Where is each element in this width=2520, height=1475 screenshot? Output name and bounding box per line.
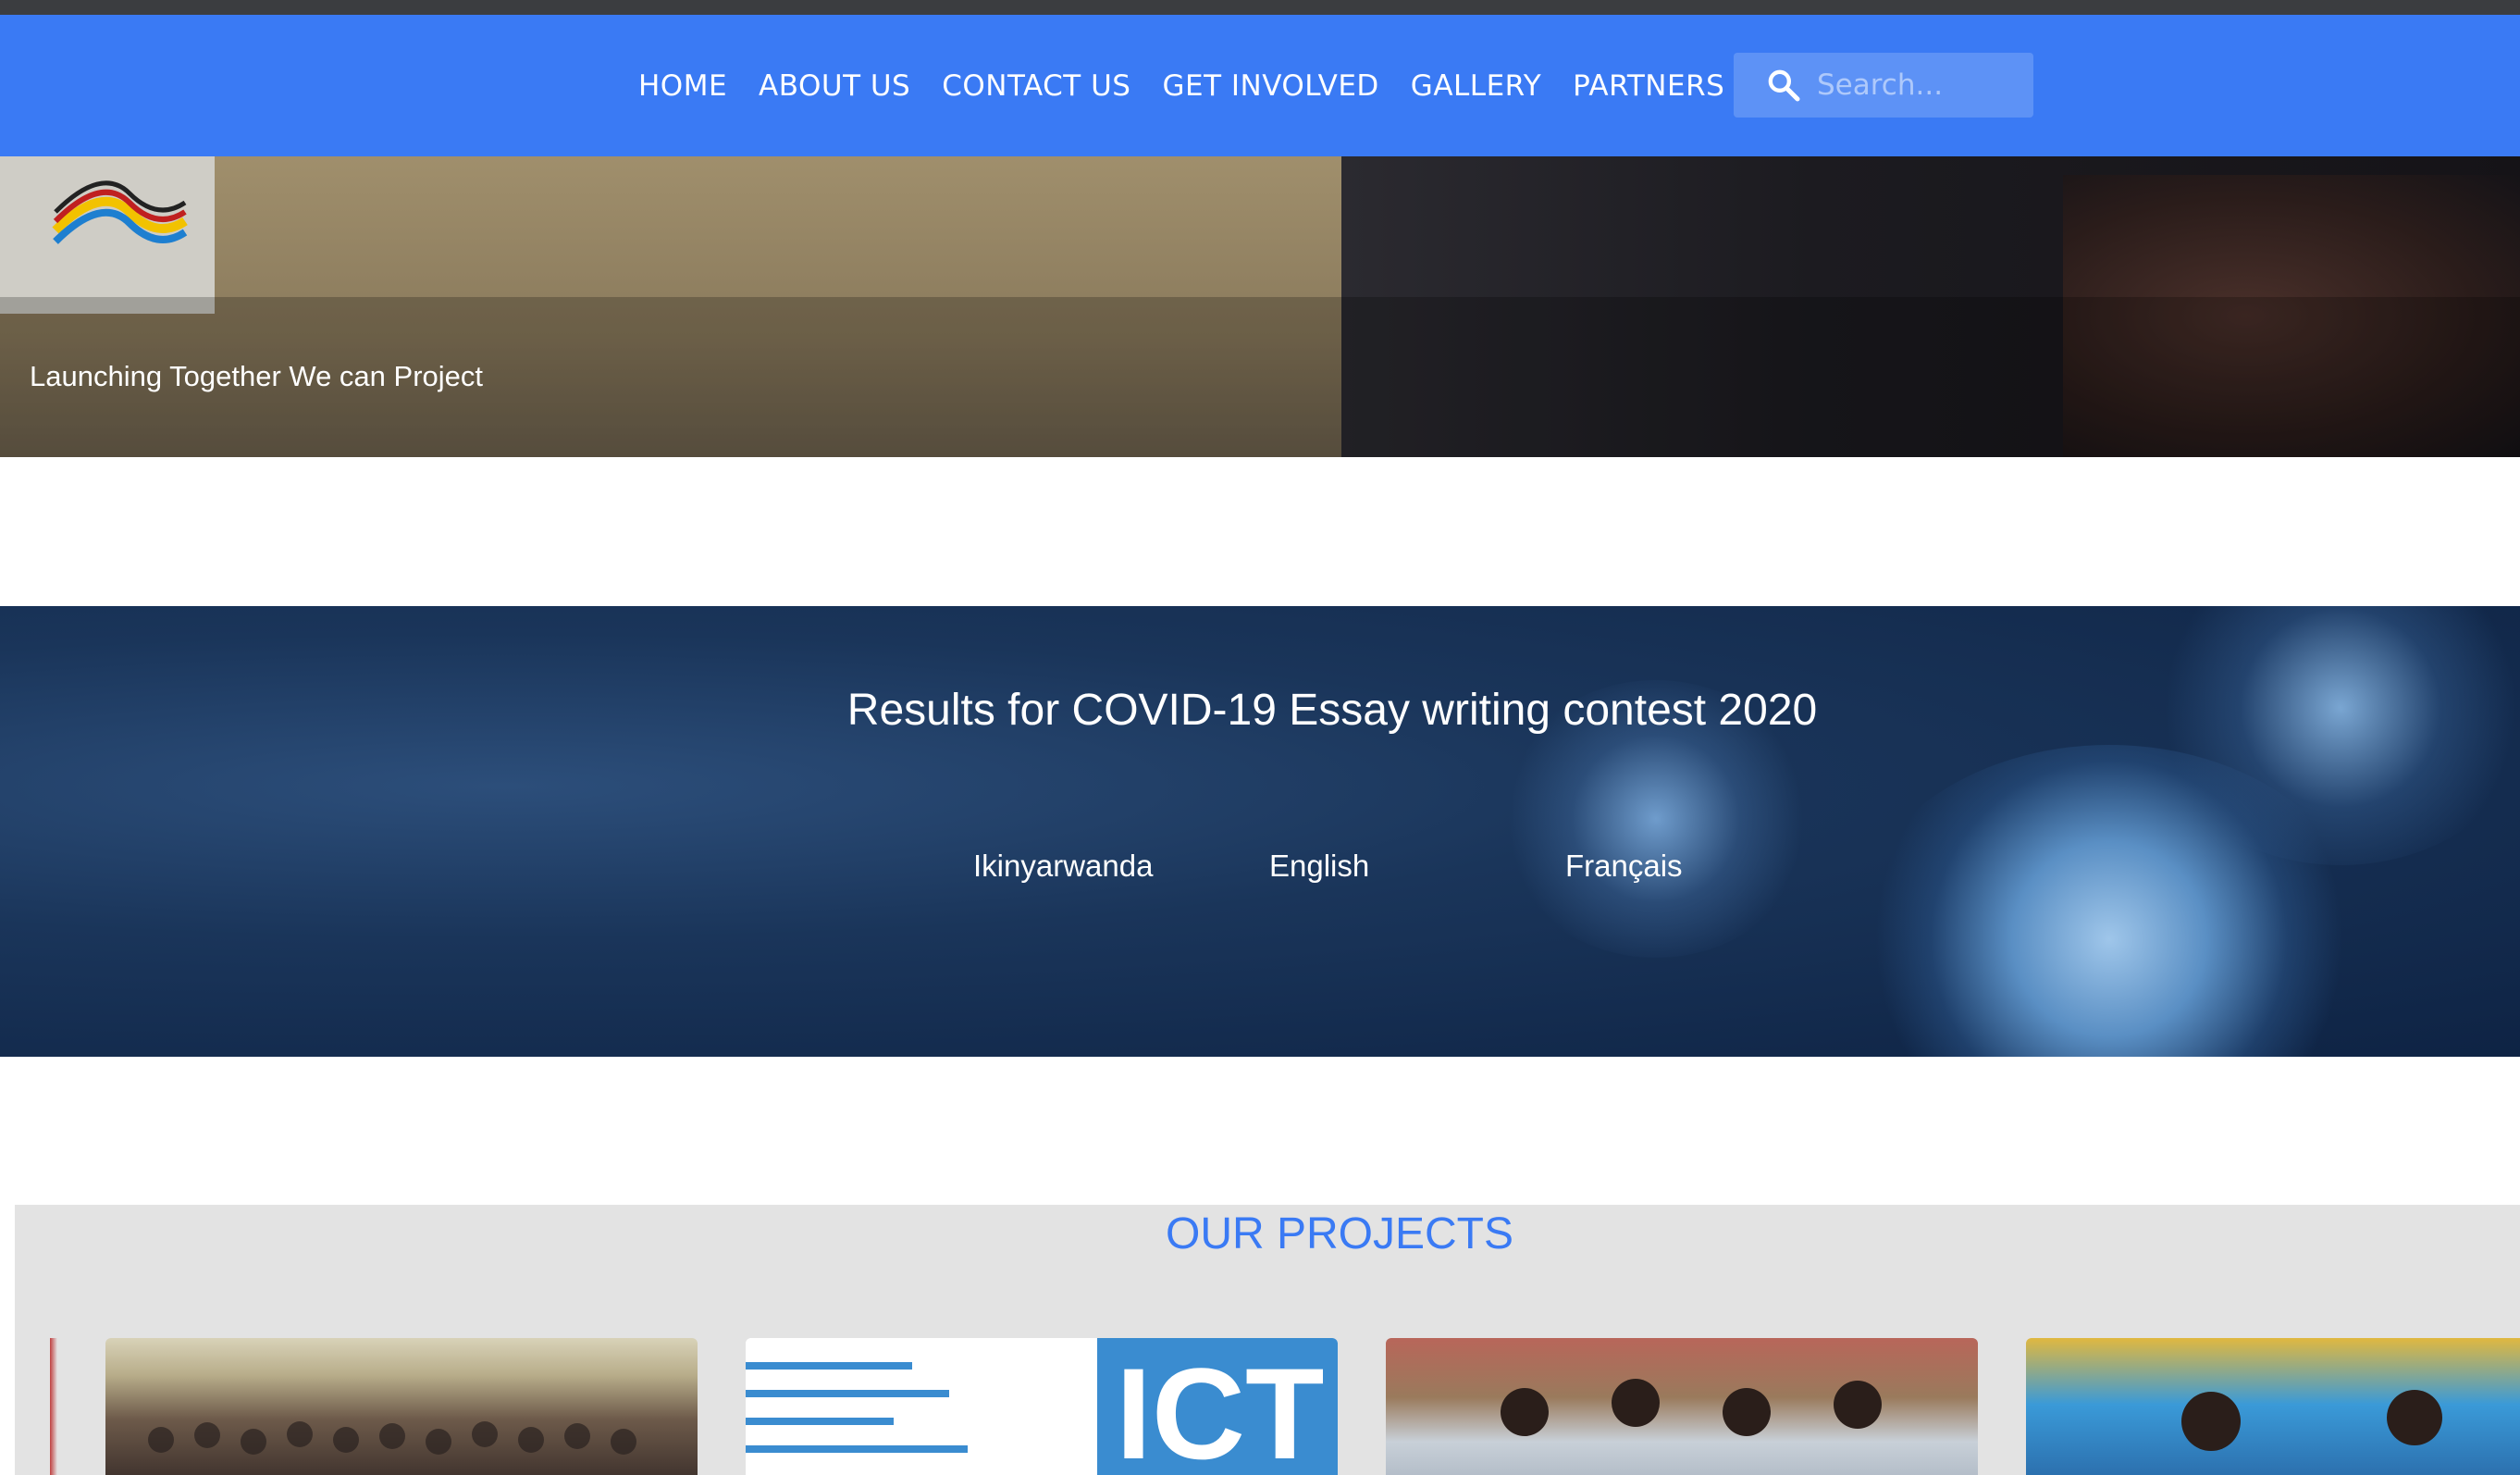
our-projects-section: OUR PROJECTS ICT <box>15 1205 2520 1475</box>
nav-item-get-involved[interactable]: GET INVOLVED <box>1162 69 1378 103</box>
nav-item-about-us[interactable]: ABOUT US <box>759 69 910 103</box>
language-link-ikinyarwanda[interactable]: Ikinyarwanda <box>973 849 1153 884</box>
hero-image-banner <box>0 156 215 314</box>
hero-caption: Launching Together We can Project <box>30 360 484 392</box>
language-link-francais[interactable]: Français <box>1565 849 1683 884</box>
search-box[interactable] <box>1734 53 2033 118</box>
project-card-conference[interactable] <box>105 1338 698 1475</box>
nav-item-contact-us[interactable]: CONTACT US <box>942 69 1130 103</box>
search-icon[interactable] <box>1761 63 1806 107</box>
nav-item-gallery[interactable]: GALLERY <box>1411 69 1541 103</box>
ict-image-text: ICT <box>1116 1341 1325 1475</box>
search-input[interactable] <box>1815 68 2019 103</box>
project-card-children[interactable] <box>1386 1338 1978 1475</box>
project-card-partial[interactable] <box>50 1338 57 1475</box>
nav-item-partners[interactable]: PARTNERS <box>1573 69 1724 103</box>
project-card-ict[interactable]: ICT <box>746 1338 1338 1475</box>
project-card-celebration[interactable] <box>2026 1338 2520 1475</box>
nav-item-home[interactable]: HOME <box>638 69 727 103</box>
covid-results-title: Results for COVID-19 Essay writing conte… <box>846 686 1818 735</box>
projects-title: OUR PROJECTS <box>1165 1209 1514 1258</box>
language-link-english[interactable]: English <box>1269 849 1369 884</box>
hero-slider: Launching Together We can Project <box>0 156 2520 457</box>
nav-menu: HOME ABOUT US CONTACT US GET INVOLVED GA… <box>638 15 1756 156</box>
covid-results-banner: Results for COVID-19 Essay writing conte… <box>0 606 2520 1057</box>
main-navbar: HOME ABOUT US CONTACT US GET INVOLVED GA… <box>0 15 2520 156</box>
browser-top-strip <box>0 0 2520 15</box>
